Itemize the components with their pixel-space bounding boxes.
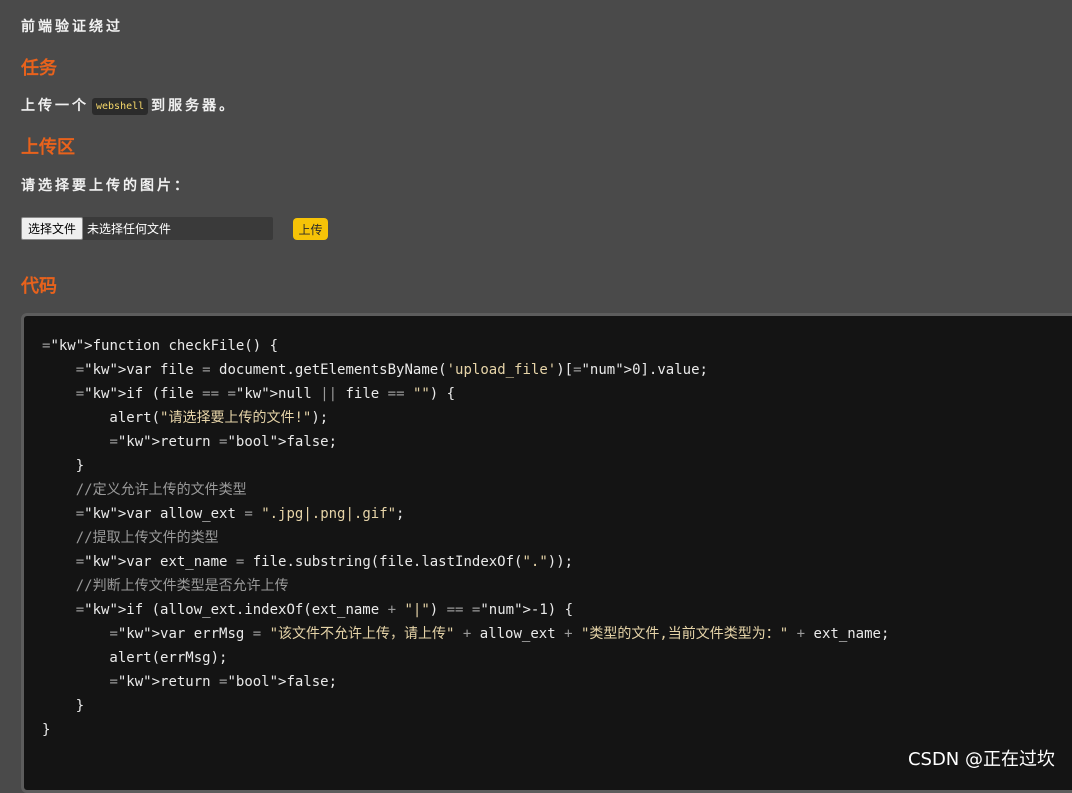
code-line: ="kw">var file = document.getElementsByN… (75, 362, 708, 378)
code-line: ="kw">var errMsg = "该文件不允许上传，请上传" + allo… (109, 626, 890, 642)
code-line: } (42, 722, 51, 738)
upload-prompt: 请选择要上传的图片： (21, 178, 191, 194)
code-line: ="kw">return ="bool">false; (109, 434, 338, 450)
code-lines: ="kw">function checkFile() { ="kw">var f… (42, 334, 889, 742)
code-heading: 代码 (21, 276, 57, 297)
code-line: alert(errMsg); (42, 650, 228, 666)
code-line: ="kw">if (allow_ext.indexOf(ext_name + "… (75, 602, 574, 618)
file-status-text: 未选择任何文件 (87, 222, 172, 236)
code-line: alert("请选择要上传的文件!"); (42, 410, 329, 426)
file-input[interactable]: 选择文件 未选择任何文件 (21, 217, 273, 240)
watermark: CSDN @正在过坎 (907, 749, 1055, 770)
upload-heading: 上传区 (21, 137, 75, 158)
task-inline-code: webshell (92, 98, 149, 115)
task-text-before: 上传一个 (21, 98, 89, 114)
task-heading: 任务 (21, 58, 57, 79)
task-text-after: 到服务器。 (151, 98, 237, 114)
task-description: 上传一个 webshell 到服务器。 (21, 95, 236, 115)
code-line: ="kw">if (file == ="kw">null || file == … (75, 386, 456, 402)
page-title: 前端验证绕过 (21, 19, 123, 35)
code-line: ="kw">var ext_name = file.substring(file… (75, 554, 574, 570)
code-line: //判断上传文件类型是否允许上传 (75, 578, 289, 594)
upload-button[interactable]: 上传 (293, 218, 328, 240)
choose-file-button[interactable]: 选择文件 (21, 217, 84, 240)
code-line: ="kw">return ="bool">false; (109, 674, 338, 690)
code-line: } (42, 698, 85, 714)
code-line: } (42, 458, 85, 474)
code-line: ="kw">function checkFile() { (42, 338, 279, 354)
code-line: //定义允许上传的文件类型 (75, 482, 247, 498)
code-line: //提取上传文件的类型 (75, 530, 219, 546)
code-line: ="kw">var allow_ext = ".jpg|.png|.gif"; (75, 506, 405, 522)
